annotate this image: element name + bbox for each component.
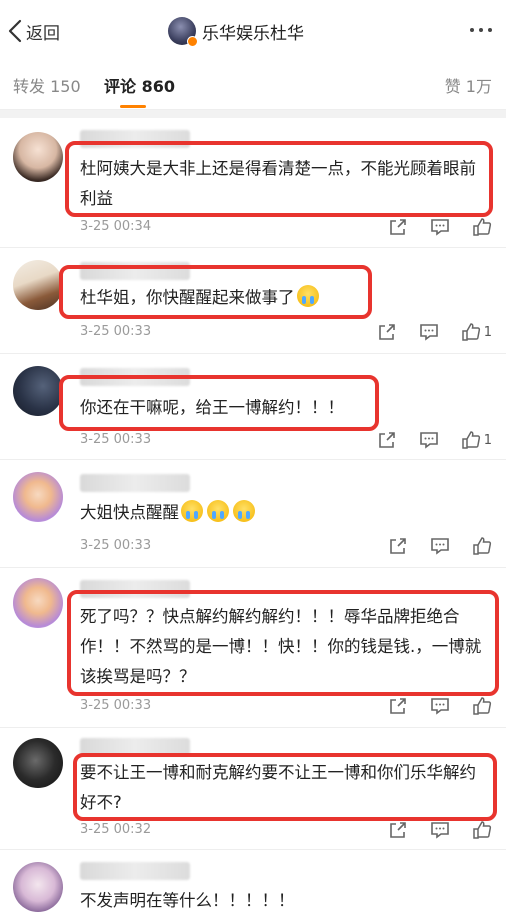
like-button[interactable]: [461, 322, 481, 342]
comment-actions: [366, 696, 492, 716]
share-button[interactable]: [377, 322, 397, 342]
chevron-left-icon: [8, 19, 22, 43]
like-button[interactable]: [472, 696, 492, 716]
comment-text: 杜阿姨大是大非上还是得看清楚一点，不能光顾着眼前利益: [80, 159, 476, 208]
share-icon: [390, 219, 406, 235]
avatar[interactable]: [13, 578, 63, 628]
nav-profile[interactable]: 乐华娱乐杜华: [168, 14, 304, 48]
tab-bar: 转发 150 评论 860 赞 1万: [0, 60, 506, 110]
divider: [0, 110, 506, 118]
reply-button[interactable]: [419, 322, 439, 342]
share-icon: [378, 432, 395, 448]
comment-time: 3-25 00:34: [80, 219, 152, 234]
share-button[interactable]: [388, 217, 408, 237]
back-button[interactable]: 返回: [8, 17, 60, 45]
comment-icon: [431, 698, 449, 715]
more-button[interactable]: [470, 18, 492, 42]
like-count: 1: [483, 432, 492, 448]
share-button[interactable]: [388, 696, 408, 716]
comment-text: 死了吗？？快点解约解约解约！！！辱华品牌拒绝合作！！不然骂的是一博！！快！！你的…: [80, 607, 482, 686]
share-button[interactable]: [388, 820, 408, 840]
thumbs-up-icon: [461, 431, 480, 449]
like-button[interactable]: [472, 536, 492, 556]
comment-icon: [419, 432, 438, 449]
reply-button[interactable]: [430, 536, 450, 556]
comment-item: 杜阿姨大是大非上还是得看清楚一点，不能光顾着眼前利益 3-25 00:34: [0, 118, 506, 248]
active-tab-indicator: [120, 105, 146, 108]
page-title: 乐华娱乐杜华: [202, 23, 304, 44]
comment-actions: 1: [355, 322, 492, 342]
thumbs-up-icon: [461, 323, 480, 341]
avatar[interactable]: [13, 472, 63, 522]
avatar[interactable]: [13, 738, 63, 788]
comment-time: 3-25 00:33: [80, 538, 152, 553]
share-icon: [390, 538, 406, 554]
comment-item: 杜华姐，你快醒醒起来做事了 3-25 00:33 1: [0, 248, 506, 354]
comment-icon: [431, 219, 449, 236]
comment-item: 大姐快点醒醒 3-25 00:33: [0, 460, 506, 568]
comment-icon: [431, 538, 449, 555]
username-blurred[interactable]: [80, 474, 190, 492]
thumbs-up-icon: [473, 697, 492, 715]
tab-comments[interactable]: 评论 860: [104, 73, 175, 97]
reply-button[interactable]: [430, 696, 450, 716]
comment-item: 你还在干嘛呢，给王一博解约！！！ 3-25 00:33 1: [0, 354, 506, 460]
comment-text: 大姐快点醒醒: [80, 498, 490, 528]
thumbs-up-icon: [473, 537, 492, 555]
like-button[interactable]: [472, 217, 492, 237]
tab-likes[interactable]: 赞 1万: [445, 73, 492, 97]
verified-badge-icon: [187, 36, 198, 47]
avatar[interactable]: [13, 260, 63, 310]
comment-actions: 1: [355, 430, 492, 450]
nav-bar: 返回 乐华娱乐杜华: [0, 0, 506, 60]
comment-actions: [366, 820, 492, 840]
avatar[interactable]: [13, 366, 63, 416]
crying-emoji-icon: [233, 500, 255, 522]
back-label: 返回: [26, 23, 60, 44]
share-icon: [390, 822, 406, 838]
comment-icon: [419, 324, 438, 341]
comment-text: 要不让王一博和耐克解约要不让王一博和你们乐华解约好不?: [80, 763, 476, 812]
crying-emoji-icon: [181, 500, 203, 522]
share-button[interactable]: [377, 430, 397, 450]
like-button[interactable]: [472, 820, 492, 840]
reply-button[interactable]: [430, 217, 450, 237]
avatar[interactable]: [13, 132, 63, 182]
share-icon: [378, 324, 395, 340]
comment-actions: [366, 217, 492, 237]
thumbs-up-icon: [473, 821, 492, 839]
comment-text: 杜华姐，你快醒醒起来做事了: [80, 283, 490, 313]
avatar[interactable]: [13, 862, 63, 912]
tab-repost[interactable]: 转发 150: [13, 73, 81, 97]
comment-text: 不发声明在等什么！！！！！: [80, 891, 295, 910]
comment-time: 3-25 00:33: [80, 698, 152, 713]
more-dots-icon: [470, 28, 474, 32]
comment-icon: [431, 822, 449, 839]
comment-item: 不发声明在等什么！！！！！: [0, 850, 506, 924]
share-icon: [390, 698, 406, 714]
crying-emoji-icon: [207, 500, 229, 522]
username-blurred[interactable]: [80, 862, 190, 880]
share-button[interactable]: [388, 536, 408, 556]
comment-item: 死了吗？？快点解约解约解约！！！辱华品牌拒绝合作！！不然骂的是一博！！快！！你的…: [0, 568, 506, 728]
comment-text: 你还在干嘛呢，给王一博解约！！！: [80, 398, 344, 417]
comment-time: 3-25 00:32: [80, 822, 152, 837]
comment-item: 要不让王一博和耐克解约要不让王一博和你们乐华解约好不? 3-25 00:32: [0, 728, 506, 850]
like-count: 1: [483, 324, 492, 340]
reply-button[interactable]: [430, 820, 450, 840]
comment-time: 3-25 00:33: [80, 324, 152, 339]
avatar: [168, 17, 198, 47]
crying-emoji-icon: [296, 285, 319, 307]
reply-button[interactable]: [419, 430, 439, 450]
like-button[interactable]: [461, 430, 481, 450]
thumbs-up-icon: [473, 218, 492, 236]
comment-actions: [366, 536, 492, 556]
comment-time: 3-25 00:33: [80, 432, 152, 447]
